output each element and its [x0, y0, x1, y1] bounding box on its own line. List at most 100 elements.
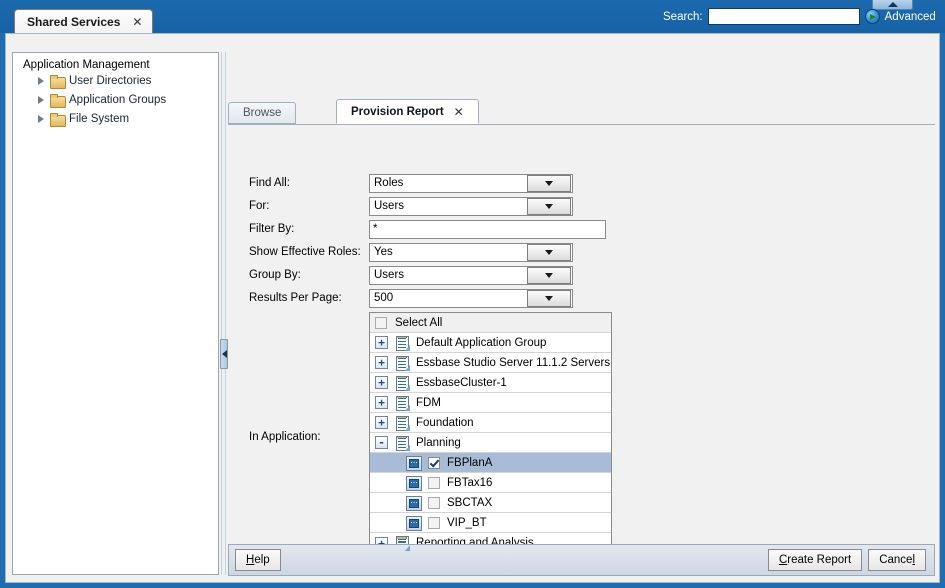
chevron-down-icon[interactable] [527, 290, 571, 307]
triangle-right-icon[interactable] [35, 75, 46, 86]
row-checkbox[interactable] [428, 457, 440, 469]
help-mnemonic: H [246, 554, 254, 566]
search-label: Search: [663, 11, 703, 23]
application-icon [406, 476, 420, 489]
for-select[interactable]: Users [369, 197, 573, 216]
filter-by-input[interactable] [369, 220, 606, 239]
sidebar-item-label: User Directories [69, 75, 151, 87]
results-per-page-select[interactable]: 500 [369, 289, 573, 308]
application-icon [406, 456, 420, 469]
chevron-down-icon[interactable] [527, 198, 571, 215]
tab-provision-report[interactable]: Provision Report ✕ [336, 99, 479, 124]
field-row-show-effective-roles: Show Effective Roles: Yes [228, 242, 935, 262]
table-row[interactable]: FBTax16 [370, 473, 611, 493]
top-header-bar: Search: Advanced Shared Services ✕ [0, 0, 945, 33]
table-row-label: SBCTAX [447, 497, 492, 509]
table-row-label: FBTax16 [447, 477, 492, 489]
folder-icon [50, 94, 65, 106]
app-group-icon [395, 356, 409, 370]
table-row[interactable]: FBPlanA [370, 453, 611, 473]
tab-browse[interactable]: Browse [228, 102, 296, 124]
table-row[interactable]: SBCTAX [370, 493, 611, 513]
create-report-mnemonic: C [779, 554, 787, 566]
table-row[interactable]: + FDM [370, 393, 611, 413]
field-row-results-per-page: Results Per Page: 500 [228, 288, 935, 308]
app-group-icon [395, 336, 409, 350]
panel-splitter[interactable] [221, 52, 226, 575]
table-row[interactable]: VIP_BT [370, 513, 611, 533]
row-checkbox[interactable] [428, 477, 440, 489]
close-icon[interactable]: ✕ [454, 105, 464, 119]
triangle-right-icon[interactable] [35, 113, 46, 124]
chevron-down-icon[interactable] [527, 175, 571, 192]
table-row-label: VIP_BT [447, 517, 487, 529]
sidebar-item-label: Application Groups [69, 94, 166, 106]
app-group-icon [395, 396, 409, 410]
sidebar-item-file-system[interactable]: File System [21, 109, 218, 128]
cancel-button[interactable]: Cancel [868, 549, 926, 571]
table-row[interactable]: +EssbaseCluster-1 [370, 373, 611, 393]
create-report-button[interactable]: Create Report [768, 549, 862, 571]
triangle-up-icon [888, 2, 898, 7]
main-window: Application Management User Directories … [5, 33, 940, 583]
results-per-page-label: Results Per Page: [249, 292, 374, 304]
for-label: For: [249, 200, 374, 212]
tab-label: Provision Report [351, 106, 444, 118]
sidebar-item-label: File System [69, 113, 129, 125]
find-all-select[interactable]: Roles [369, 174, 573, 193]
app-tab-shared-services[interactable]: Shared Services ✕ [14, 9, 153, 34]
sidebar-item-user-directories[interactable]: User Directories [21, 71, 218, 90]
table-row-label: Essbase Studio Server 11.1.2 Servers [416, 357, 610, 369]
provision-report-form: Find All: Roles For: Users [228, 125, 935, 575]
sidebar-item-application-groups[interactable]: Application Groups [21, 90, 218, 109]
app-tab-label: Shared Services [27, 15, 120, 29]
dialog-button-bar: Help Create Report Cancel [228, 544, 935, 576]
in-application-label: In Application: [249, 431, 374, 443]
chevron-down-icon[interactable] [527, 244, 571, 261]
expand-node-icon[interactable]: + [375, 416, 388, 429]
collapse-node-icon[interactable]: - [375, 436, 388, 449]
search-input[interactable] [708, 8, 860, 25]
table-row[interactable]: +Default Application Group [370, 333, 611, 353]
app-group-icon [395, 436, 409, 450]
search-area: Search: Advanced [663, 8, 936, 25]
close-icon[interactable]: ✕ [132, 15, 142, 29]
folder-icon [50, 75, 65, 87]
help-button[interactable]: Help [235, 549, 281, 571]
table-row[interactable]: +Foundation [370, 413, 611, 433]
table-row-label: FBPlanA [447, 457, 492, 469]
expand-node-icon[interactable]: + [375, 396, 388, 409]
select-all-label: Select All [395, 317, 442, 329]
table-row-label: FDM [416, 397, 441, 409]
nav-root-label: Application Management [21, 59, 218, 71]
expand-node-icon[interactable]: + [375, 336, 388, 349]
filter-by-label: Filter By: [249, 223, 374, 235]
row-checkbox[interactable] [428, 517, 440, 529]
triangle-left-icon [222, 350, 227, 358]
table-row-label: Planning [416, 437, 461, 449]
navigation-panel: Application Management User Directories … [12, 52, 219, 575]
chevron-down-icon[interactable] [527, 267, 571, 284]
select-all-checkbox[interactable] [375, 317, 387, 329]
show-effective-roles-select[interactable]: Yes [369, 243, 573, 262]
triangle-right-icon[interactable] [35, 94, 46, 105]
table-row[interactable]: - Planning [370, 433, 611, 453]
select-all-row[interactable]: Select All [370, 313, 611, 333]
advanced-search-link[interactable]: Advanced [885, 11, 936, 23]
play-circle-icon[interactable] [865, 9, 880, 24]
splitter-collapse-handle[interactable] [220, 339, 228, 369]
application-icon [406, 496, 420, 509]
create-report-label-rest: reate Report [787, 554, 851, 566]
folder-icon [50, 113, 65, 125]
application-tree-rows: +Default Application Group+Essbase Studi… [370, 333, 611, 553]
for-value: Users [370, 200, 527, 212]
tab-strip: Browse Provision Report ✕ [228, 104, 935, 125]
expand-node-icon[interactable]: + [375, 356, 388, 369]
table-row[interactable]: + Essbase Studio Server 11.1.2 Servers [370, 353, 611, 373]
expand-node-icon[interactable]: + [375, 376, 388, 389]
row-checkbox[interactable] [428, 497, 440, 509]
help-label-rest: elp [254, 554, 269, 566]
group-by-select[interactable]: Users [369, 266, 573, 285]
application-icon [406, 516, 420, 529]
show-effective-roles-value: Yes [370, 246, 527, 258]
